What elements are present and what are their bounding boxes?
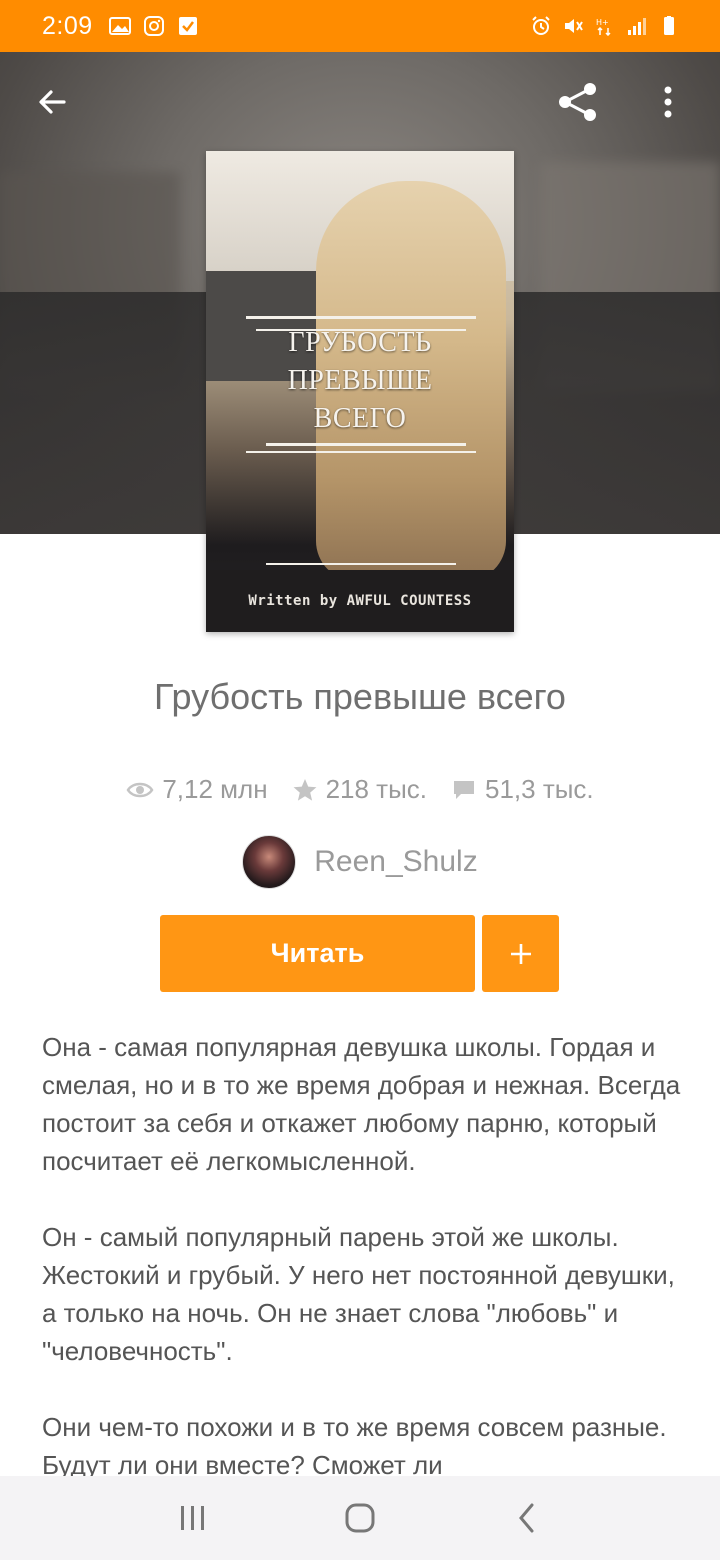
story-stats: 7,12 млн 218 тыс. 51,3 тыс. — [0, 774, 720, 805]
instagram-icon — [143, 16, 164, 36]
status-bar: 2:09 H+ — [0, 0, 720, 52]
description-paragraph: Они чем-то похожи и в то же время совсем… — [42, 1412, 667, 1480]
mute-icon — [565, 19, 583, 33]
cover-title-line-2: ПРЕВЫШЕ — [287, 365, 433, 396]
star-icon — [293, 778, 316, 801]
check-icon — [178, 17, 197, 35]
author-avatar[interactable] — [242, 835, 297, 889]
story-screen: 2:09 H+ ГРУБОСТЬ ПРЕВЫШЕ ВСЕГО Written b… — [0, 0, 720, 1560]
recent-apps-button[interactable] — [163, 1488, 223, 1548]
plus-icon — [510, 943, 531, 964]
back-button[interactable] — [30, 80, 74, 124]
cover-title-line-3: ВСЕГО — [313, 403, 407, 434]
votes-stat: 218 тыс. — [292, 774, 427, 805]
comments-stat: 51,3 тыс. — [451, 774, 594, 805]
add-to-library-button[interactable] — [482, 915, 559, 992]
status-right-icons: H+ — [530, 16, 680, 36]
author-row[interactable]: Reen_Shulz — [0, 835, 720, 889]
top-app-bar — [0, 52, 720, 152]
story-title: Грубость превыше всего — [154, 676, 566, 717]
system-nav-bar — [0, 1476, 720, 1560]
cover-footer: Written by AWFUL COUNTESS — [206, 570, 514, 632]
signal-icon — [628, 18, 646, 35]
share-button[interactable] — [556, 80, 600, 124]
back-nav-button[interactable] — [497, 1488, 557, 1548]
comment-icon — [454, 780, 474, 799]
read-button[interactable]: Читать — [160, 915, 475, 992]
status-left-icons — [108, 16, 199, 36]
svg-text:H+: H+ — [596, 18, 609, 27]
more-vert-icon — [664, 86, 672, 118]
alarm-icon — [532, 16, 550, 35]
views-count: 7,12 млн — [162, 774, 268, 804]
battery-icon — [664, 16, 674, 35]
description-paragraph: Она - самая популярная девушка школы. Го… — [42, 1032, 681, 1176]
votes-count: 218 тыс. — [325, 774, 427, 804]
share-icon — [559, 83, 596, 121]
description-paragraph: Он - самый популярный парень этой же шко… — [42, 1222, 675, 1366]
gallery-icon — [108, 17, 131, 35]
home-icon — [345, 1503, 375, 1533]
chevron-left-icon — [518, 1503, 534, 1533]
home-button[interactable] — [330, 1488, 390, 1548]
cover-title-line-1: ГРУБОСТЬ — [288, 327, 432, 358]
book-cover[interactable]: ГРУБОСТЬ ПРЕВЫШЕ ВСЕГО Written by AWFUL … — [206, 151, 514, 632]
arrow-left-icon — [39, 90, 66, 114]
data-icon: H+ — [596, 18, 611, 36]
comments-count: 51,3 тыс. — [485, 774, 594, 804]
story-description: Она - самая популярная девушка школы. Го… — [42, 1028, 692, 1522]
more-options-button[interactable] — [646, 80, 690, 124]
author-name[interactable]: Reen_Shulz — [314, 845, 477, 879]
cover-author: Written by AWFUL COUNTESS — [248, 593, 472, 609]
recents-icon — [181, 1506, 205, 1530]
eye-icon — [126, 782, 154, 797]
views-stat: 7,12 млн — [126, 774, 268, 805]
status-time: 2:09 — [42, 11, 93, 40]
